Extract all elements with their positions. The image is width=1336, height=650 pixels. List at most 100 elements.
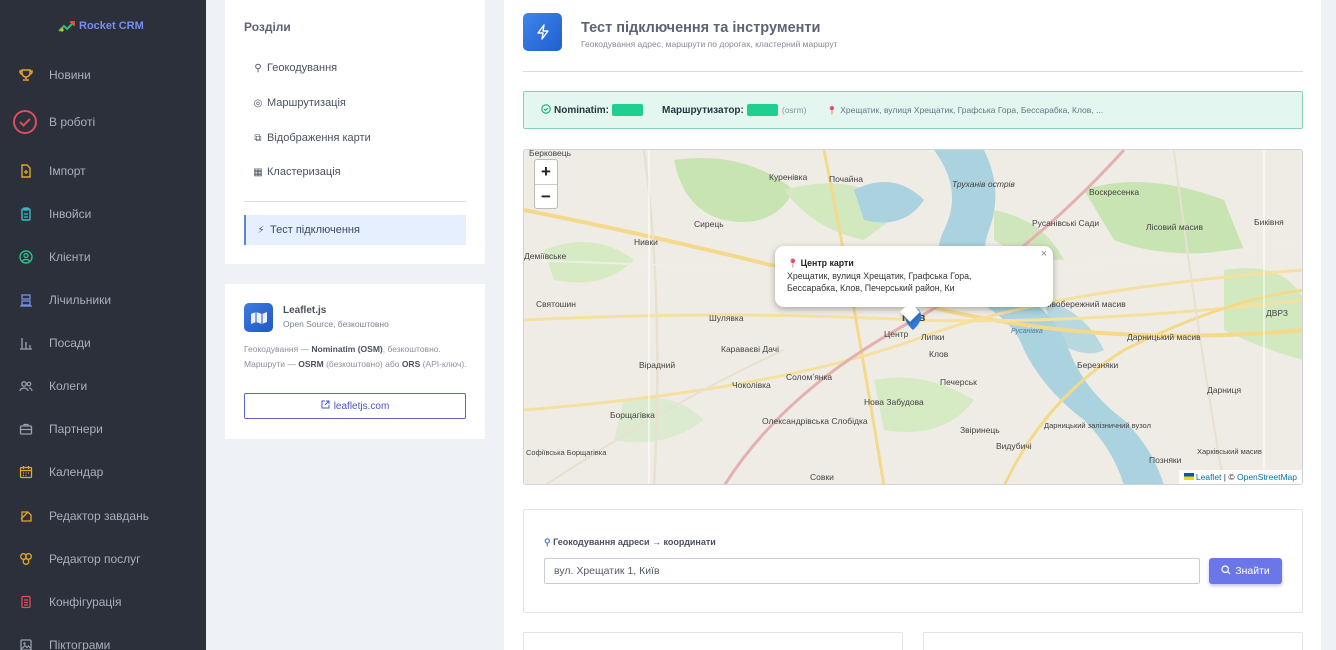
map-label: Шулявка xyxy=(709,313,744,323)
sidebar-item-counters[interactable]: Лічильники xyxy=(0,280,206,320)
brand[interactable]: Rocket CRM xyxy=(58,19,144,33)
sidebar-item-news[interactable]: Новини xyxy=(0,55,206,95)
leaflet-link-button[interactable]: leafletjs.com xyxy=(244,393,466,419)
sidebar-item-label: Інвойси xyxy=(49,207,92,221)
invoice-icon xyxy=(17,205,35,223)
services-icon xyxy=(17,550,35,568)
user-circle-icon xyxy=(17,248,35,266)
bolt-icon xyxy=(523,13,562,51)
map-label: Дарницький залізничний вузол xyxy=(1044,421,1151,430)
desc-text: Геокодування — xyxy=(244,344,312,354)
desc-bold: Nominatim (OSM) xyxy=(311,344,383,354)
sidebar-item-label: Імпорт xyxy=(49,164,86,178)
sidebar-item-pictograms[interactable]: Піктограми xyxy=(0,625,206,650)
sidebar-item-task-editor[interactable]: Редактор завдань xyxy=(0,496,206,536)
ukraine-flag-icon xyxy=(1183,472,1194,482)
map-view[interactable]: Берковець Куренівка Почайна Труханів ост… xyxy=(523,149,1303,485)
sidebar-item-configuration[interactable]: Конфігурація xyxy=(0,582,206,622)
section-item-geocoding[interactable]: ⚲ Геокодування xyxy=(244,53,466,83)
sidebar-item-label: Посади xyxy=(49,336,91,350)
map-label: Нивки xyxy=(634,237,658,247)
sidebar-item-in-progress[interactable]: В роботі xyxy=(0,102,206,142)
map-logo-icon xyxy=(244,303,273,332)
sidebar-item-calendar[interactable]: Календар xyxy=(0,452,206,492)
section-item-connection-test[interactable]: ⚡︎ Тест підключення xyxy=(244,215,466,245)
map-label: Лівобережний масив xyxy=(1044,299,1126,309)
router-engine: (osrm) xyxy=(781,105,807,115)
popup-close-button[interactable]: × xyxy=(1041,248,1047,261)
geocode-title: ⚲ Геокодування адреси → координати xyxy=(544,537,716,548)
router-label: Маршрутизатор: xyxy=(662,104,744,116)
map-label: Вірадний xyxy=(639,360,675,370)
address-input[interactable] xyxy=(544,558,1200,584)
section-item-routing[interactable]: ◎ Маршрутизація xyxy=(244,88,466,118)
briefcase-icon xyxy=(17,420,35,438)
section-item-label: Кластеризація xyxy=(267,166,341,178)
sidebar-item-label: Календар xyxy=(49,465,104,479)
check-circle-icon xyxy=(541,103,551,117)
map-label: Позняки xyxy=(1149,455,1182,465)
brand-name: Rocket CRM xyxy=(79,20,144,32)
osm-attribution-link[interactable]: OpenStreetMap xyxy=(1237,472,1297,482)
sidebar-item-label: Новини xyxy=(49,68,91,82)
sidebar-item-label: Лічильники xyxy=(49,293,112,307)
map-label: Дарниця xyxy=(1207,385,1242,395)
map-label: Липки xyxy=(921,332,945,342)
map-label: Святошин xyxy=(536,299,576,309)
map-label: Куренівка xyxy=(769,172,808,182)
sidebar-item-services-editor[interactable]: Редактор послуг xyxy=(0,539,206,579)
map-attribution: Leaflet | © OpenStreetMap xyxy=(1178,470,1302,484)
sidebar-item-label: В роботі xyxy=(49,115,96,129)
sidebar-item-label: Колеги xyxy=(49,379,88,393)
map-label: Совки xyxy=(810,472,834,482)
map-label: Русанівка xyxy=(1011,327,1043,335)
map-label: Софіївська Борщагівка xyxy=(526,448,607,457)
find-button-label: Знайти xyxy=(1235,565,1270,577)
leaflet-link-label: leafletjs.com xyxy=(333,400,390,412)
section-item-clustering[interactable]: ▦ Кластеризація xyxy=(244,157,466,187)
sidebar-item-clients[interactable]: Клієнти xyxy=(0,237,206,277)
find-button[interactable]: Знайти xyxy=(1209,558,1282,584)
zoom-in-button[interactable]: + xyxy=(535,160,557,184)
desc-bold: ORS xyxy=(401,358,421,369)
zoom-out-button[interactable]: − xyxy=(535,184,557,208)
sidebar-item-partners[interactable]: Партнери xyxy=(0,409,206,449)
location-text: Хрещатик, вулиця Хрещатик, Графська Гора… xyxy=(840,105,1104,115)
sidebar-item-label: Конфігурація xyxy=(49,595,122,609)
section-item-label: Геокодування xyxy=(267,62,338,74)
pictogram-icon xyxy=(17,636,35,650)
sidebar-item-positions[interactable]: Посади xyxy=(0,323,206,363)
popup-address: Хрещатик, вулиця Хрещатик, Графська Гора… xyxy=(787,270,972,281)
map-label: Лісовий масив xyxy=(1146,222,1203,232)
chart-bar-icon xyxy=(17,334,35,352)
page-title: Тест підключення та інструменти xyxy=(581,20,821,36)
status-bar: Nominatim: Маршрутизатор: (osrm) 📍︎ Хрещ… xyxy=(523,91,1303,129)
main-panel: Тест підключення та інструменти Геокодув… xyxy=(504,0,1321,650)
map-label: Березняки xyxy=(1077,360,1118,370)
map-label: Дарницький масив xyxy=(1127,332,1201,342)
map-label: Клов xyxy=(929,349,949,359)
section-item-label: Тест підключення xyxy=(270,224,360,236)
sidebar-item-colleagues[interactable]: Колеги xyxy=(0,366,206,406)
map-label: Труханів острів xyxy=(952,179,1015,189)
leaflet-name: Leaflet.js xyxy=(283,305,327,316)
map-label: Соломʼянка xyxy=(786,372,832,382)
bolt-icon: ⚡︎ xyxy=(257,224,265,236)
map-label: Воскресенка xyxy=(1089,187,1139,197)
sidebar-item-import[interactable]: Імпорт xyxy=(0,151,206,191)
map-label: Харківський масив xyxy=(1197,447,1262,456)
section-item-map-display[interactable]: ⧉ Відображення карти xyxy=(244,123,466,153)
header-divider xyxy=(523,71,1303,72)
map-label: Борщагівка xyxy=(610,410,655,420)
search-icon xyxy=(1221,564,1231,578)
map-pin-icon: 📍︎ xyxy=(826,104,838,115)
leaflet-subtitle: Open Source, безкоштовно xyxy=(283,319,389,329)
bottom-card-left xyxy=(523,632,903,650)
external-link-icon xyxy=(321,400,330,412)
leaflet-attribution-link[interactable]: Leaflet xyxy=(1196,472,1222,482)
sidebar: Rocket CRM Новини В роботі Імпорт Інвойс… xyxy=(0,0,206,650)
section-item-label: Відображення карти xyxy=(267,132,371,144)
sections-title: Розділи xyxy=(244,20,291,34)
leaflet-description: Геокодування — Nominatim (OSM), безкошто… xyxy=(244,342,469,371)
sidebar-item-invoices[interactable]: Інвойси xyxy=(0,194,206,234)
